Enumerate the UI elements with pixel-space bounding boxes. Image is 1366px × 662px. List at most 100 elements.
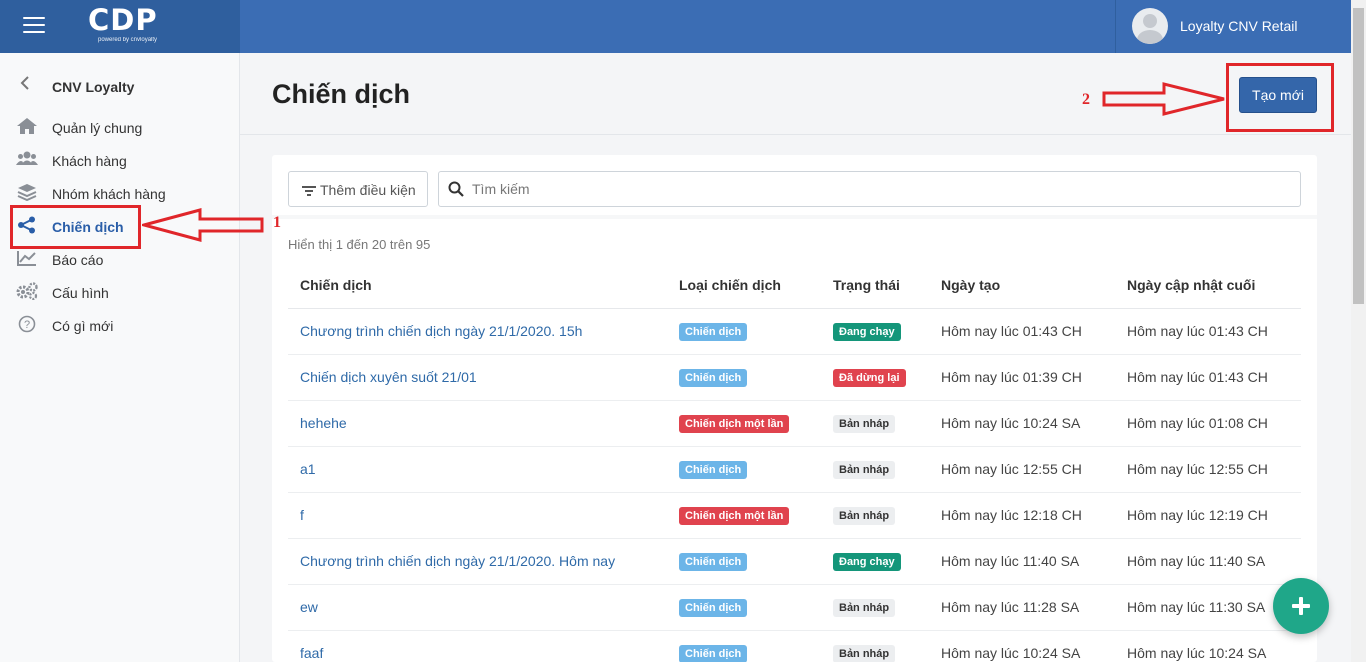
campaign-type-cell: Chiến dịch một lần: [667, 492, 821, 539]
campaign-name-cell: faaf: [288, 630, 667, 662]
status-badge: Đang chạy: [833, 552, 901, 571]
table-row[interactable]: faaf Chiến dịch Bản nháp Hôm nay lúc 10:24 …: [288, 630, 1301, 662]
user-menu[interactable]: Loyalty CNV Retail: [1115, 0, 1351, 53]
campaign-name-link[interactable]: ew: [300, 599, 318, 615]
campaign-name-cell: f: [288, 492, 667, 539]
user-name[interactable]: Loyalty CNV Retail: [1180, 18, 1298, 34]
sidebar-item-label: Nhóm khách hàng: [52, 186, 166, 202]
gears-icon: [16, 282, 38, 302]
page-scrollbar[interactable]: [1351, 0, 1366, 662]
top-bar: CDP powered by cnvloyalty Loyalty CNV Re…: [0, 0, 1351, 53]
pagination-summary: Hiển thị 1 đến 20 trên 95: [288, 237, 431, 252]
campaign-name-cell: Chiến dịch xuyên suốt 21/01: [288, 354, 667, 401]
sidebar-item-overview[interactable]: Quản lý chung: [0, 112, 240, 142]
campaign-status-cell: Đang chạy: [821, 538, 929, 585]
sidebar-item-customer-groups[interactable]: Nhóm khách hàng: [0, 178, 240, 208]
annotation-arrow-2: [1102, 82, 1225, 116]
campaign-type-badge: Chiến dịch một lần: [679, 506, 790, 525]
campaign-name-cell: hehehe: [288, 400, 667, 447]
campaign-status-cell: Bản nháp: [821, 492, 929, 539]
table-row[interactable]: Chương trình chiến dịch ngày 21/1/2020. …: [288, 308, 1301, 355]
logo-text: CDP: [88, 3, 158, 37]
status-badge: Bản nháp: [833, 414, 896, 433]
campaign-name-link[interactable]: faaf: [300, 645, 323, 661]
campaign-type-badge: Chiến dịch: [679, 598, 748, 617]
users-icon: [16, 150, 38, 170]
sidebar: CNV Loyalty Quản lý chung Khách hàng Nhó…: [0, 53, 240, 662]
table-row[interactable]: Chương trình chiến dịch ngày 21/1/2020. …: [288, 538, 1301, 585]
sidebar-item-label: Cấu hình: [52, 285, 109, 301]
campaign-name-link[interactable]: a1: [300, 461, 316, 477]
status-badge: Bản nháp: [833, 506, 896, 525]
column-header-type[interactable]: Loại chiến dịch: [667, 263, 821, 309]
campaign-type-cell: Chiến dịch: [667, 446, 821, 493]
campaign-type-cell: Chiến dịch một lần: [667, 400, 821, 447]
created-date-cell: Hôm nay lúc 11:28 SA: [929, 584, 1115, 631]
status-badge: Đang chạy: [833, 322, 901, 341]
updated-date-cell: Hôm nay lúc 12:19 CH: [1115, 492, 1301, 539]
column-header-created[interactable]: Ngày tạo: [929, 263, 1115, 309]
campaign-name-link[interactable]: f: [300, 507, 304, 523]
created-date-cell: Hôm nay lúc 01:43 CH: [929, 308, 1115, 355]
home-icon: [16, 117, 38, 137]
divider: [272, 215, 1317, 219]
table-row[interactable]: hehehe Chiến dịch một lần Bản nháp Hôm nay …: [288, 400, 1301, 447]
sidebar-item-label: Có gì mới: [52, 318, 114, 334]
search-input[interactable]: [472, 179, 1272, 199]
campaign-status-cell: Bản nháp: [821, 630, 929, 662]
brand-block: CDP powered by cnvloyalty: [0, 0, 240, 53]
column-header-campaign[interactable]: Chiến dịch: [288, 263, 667, 309]
campaign-name-link[interactable]: Chiến dịch xuyên suốt 21/01: [300, 369, 477, 385]
annotation-arrow-1: [142, 208, 264, 242]
updated-date-cell: Hôm nay lúc 01:43 CH: [1115, 308, 1301, 355]
layers-icon: [16, 183, 38, 203]
search-box[interactable]: [438, 171, 1301, 207]
campaign-name-link[interactable]: hehehe: [300, 415, 347, 431]
sidebar-item-customers[interactable]: Khách hàng: [0, 145, 240, 175]
floating-add-button[interactable]: [1273, 578, 1329, 634]
chart-icon: [16, 249, 38, 269]
campaign-list-card: Thêm điều kiện Hiển thị 1 đến 20 trên 95…: [272, 155, 1317, 662]
plus-icon-stroke: [1299, 597, 1303, 615]
campaign-table: Chiến dịch Loại chiến dịch Trạng thái Ng…: [288, 263, 1301, 662]
sidebar-item-whats-new[interactable]: ? Có gì mới: [0, 310, 240, 340]
add-condition-button[interactable]: Thêm điều kiện: [288, 171, 428, 207]
app-logo[interactable]: CDP powered by cnvloyalty: [88, 3, 158, 43]
campaign-type-cell: Chiến dịch: [667, 630, 821, 662]
campaign-name-link[interactable]: Chương trình chiến dịch ngày 21/1/2020. …: [300, 323, 582, 339]
campaign-type-badge: Chiến dịch: [679, 644, 748, 662]
column-header-status[interactable]: Trạng thái: [821, 263, 929, 309]
sidebar-item-label: Quản lý chung: [52, 120, 143, 136]
campaign-status-cell: Đang chạy: [821, 308, 929, 355]
campaign-type-badge: Chiến dịch: [679, 552, 748, 571]
status-badge: Bản nháp: [833, 460, 896, 479]
created-date-cell: Hôm nay lúc 11:40 SA: [929, 538, 1115, 585]
campaign-type-badge: Chiến dịch: [679, 460, 748, 479]
search-icon: [448, 181, 464, 197]
question-icon: ?: [16, 315, 38, 335]
scrollbar-thumb[interactable]: [1353, 8, 1364, 304]
table-row[interactable]: a1 Chiến dịch Bản nháp Hôm nay lúc 12:55 CH…: [288, 446, 1301, 493]
avatar[interactable]: [1132, 8, 1168, 44]
table-row[interactable]: f Chiến dịch một lần Bản nháp Hôm nay lúc 1…: [288, 492, 1301, 539]
campaign-type-cell: Chiến dịch: [667, 538, 821, 585]
updated-date-cell: Hôm nay lúc 11:40 SA: [1115, 538, 1301, 585]
chevron-left-icon[interactable]: [20, 75, 30, 96]
campaign-type-badge: Chiến dịch một lần: [679, 414, 790, 433]
campaign-name-link[interactable]: Chương trình chiến dịch ngày 21/1/2020. …: [300, 553, 615, 569]
campaign-type-badge: Chiến dịch: [679, 368, 748, 387]
status-badge: Đã dừng lại: [833, 368, 906, 387]
annotation-box-1: [10, 205, 141, 249]
table-row[interactable]: ew Chiến dịch Bản nháp Hôm nay lúc 11:28 SA…: [288, 584, 1301, 631]
svg-text:?: ?: [24, 319, 30, 331]
campaign-name-cell: ew: [288, 584, 667, 631]
hamburger-menu-icon[interactable]: [23, 17, 45, 35]
created-date-cell: Hôm nay lúc 12:55 CH: [929, 446, 1115, 493]
table-row[interactable]: Chiến dịch xuyên suốt 21/01 Chiến dịch Đã …: [288, 354, 1301, 401]
status-badge: Bản nháp: [833, 598, 896, 617]
campaign-type-badge: Chiến dịch: [679, 322, 748, 341]
updated-date-cell: Hôm nay lúc 01:08 CH: [1115, 400, 1301, 447]
created-date-cell: Hôm nay lúc 01:39 CH: [929, 354, 1115, 401]
sidebar-item-settings[interactable]: Cấu hình: [0, 277, 240, 307]
column-header-updated[interactable]: Ngày cập nhật cuối: [1115, 263, 1301, 309]
